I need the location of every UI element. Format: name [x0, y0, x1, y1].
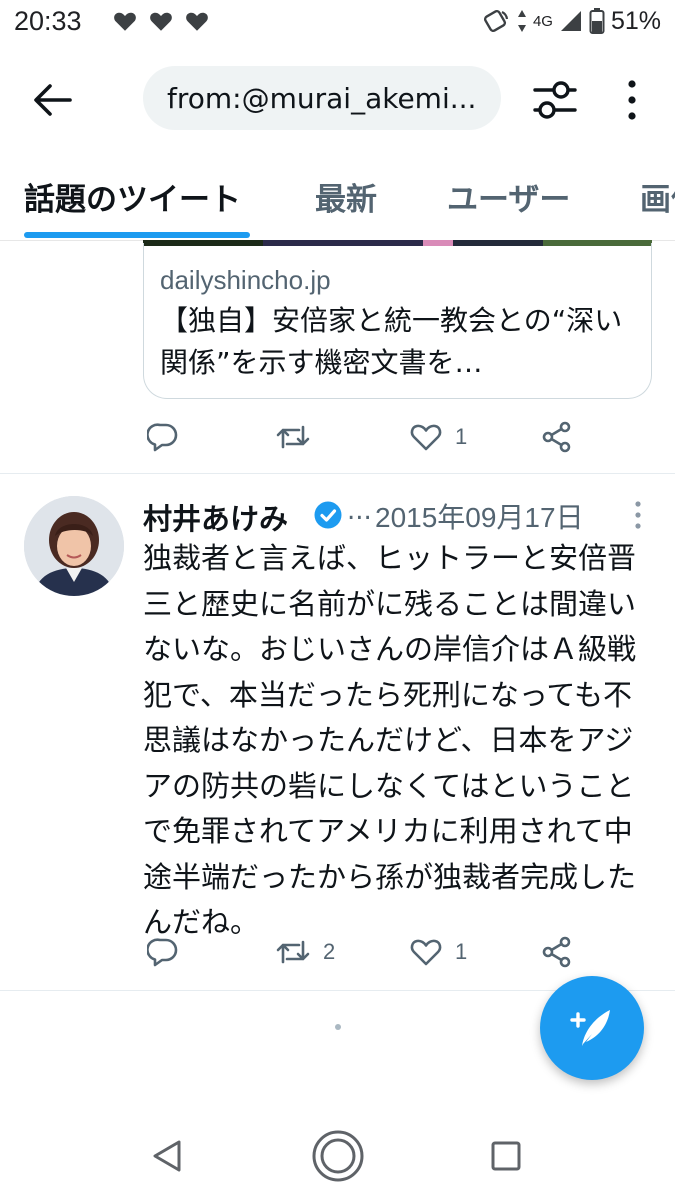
verified-badge-icon — [314, 501, 342, 529]
tweet-date[interactable]: 2015年09月17日 — [375, 496, 584, 536]
author-handle: ... — [347, 496, 372, 526]
more-vertical-icon — [628, 80, 636, 120]
search-filter-button[interactable] — [532, 78, 578, 122]
author-name[interactable]: 村井あけみ — [143, 496, 288, 538]
retweet-button[interactable] — [275, 415, 323, 459]
battery-percent: 51% — [610, 6, 661, 35]
reply-icon — [147, 423, 178, 452]
compose-quill-icon — [570, 1010, 610, 1046]
tweet-divider — [0, 473, 675, 474]
link-card-domain: dailyshincho.jp — [160, 265, 331, 295]
compose-tweet-button[interactable] — [540, 976, 644, 1080]
reply-button[interactable] — [147, 415, 179, 459]
tab-top[interactable]: 話題のツイート — [24, 174, 241, 219]
nfc-icon — [483, 9, 509, 33]
search-header: from:@murai_akemi... — [0, 60, 675, 136]
retweet-icon — [276, 425, 310, 449]
heart-outline-icon — [410, 424, 442, 451]
network-type: 4G — [532, 12, 553, 30]
retweet-count: 2 — [323, 939, 336, 964]
profile-photo — [24, 496, 124, 596]
tab-latest[interactable]: 最新 — [315, 174, 377, 219]
back-button[interactable] — [30, 80, 74, 120]
search-input[interactable]: from:@murai_akemi... — [143, 66, 501, 130]
notification-icons — [112, 8, 210, 34]
active-tab-indicator — [24, 232, 250, 238]
data-arrows-icon — [517, 10, 526, 32]
tab-people[interactable]: ユーザー — [447, 174, 570, 219]
search-tabs: 話題のツイート 最新 ユーザー 画像 — [0, 150, 675, 241]
retweet-icon — [276, 940, 310, 964]
battery-icon — [589, 8, 605, 34]
tweet-actions: 2 1 — [143, 930, 583, 974]
like-count: 1 — [455, 939, 468, 964]
like-count: 1 — [455, 424, 468, 449]
share-icon — [542, 936, 571, 968]
arrow-left-icon — [34, 84, 72, 116]
heart-icon — [114, 12, 136, 31]
share-button[interactable] — [541, 930, 573, 974]
nav-recents-icon[interactable] — [490, 1140, 522, 1172]
tweet-actions: 1 — [143, 415, 583, 459]
heart-icon — [150, 12, 172, 31]
status-time: 20:33 — [14, 6, 82, 36]
link-card[interactable]: dailyshincho.jp 【独自】安倍家と統一教会との“深い関係”を示す機… — [143, 243, 652, 399]
like-button[interactable]: 1 — [409, 930, 467, 974]
heart-outline-icon — [410, 939, 442, 966]
search-query: from:@murai_akemi... — [167, 81, 477, 115]
sliders-icon — [533, 81, 577, 119]
tweet-menu-icon[interactable] — [634, 500, 642, 530]
tweet-header: 村井あけみ ... 2015年09月17日 — [143, 496, 653, 536]
link-card-title: 【独自】安倍家と統一教会との“深い関係”を示す機密文書を… — [160, 304, 623, 379]
nav-home-icon[interactable] — [310, 1128, 366, 1184]
status-bar: 20:33 4G 51% — [0, 0, 675, 48]
heart-icon — [186, 12, 208, 31]
retweet-button[interactable]: 2 — [275, 930, 335, 974]
loading-indicator — [335, 1024, 341, 1030]
more-options-button[interactable] — [622, 78, 642, 122]
signal-icon — [560, 11, 581, 31]
status-indicators: 4G 51% — [481, 6, 661, 36]
reply-icon — [147, 938, 178, 967]
system-nav-bar — [0, 1110, 675, 1200]
share-icon — [542, 421, 571, 453]
avatar[interactable] — [24, 496, 124, 596]
share-button[interactable] — [541, 415, 573, 459]
like-button[interactable]: 1 — [409, 415, 467, 459]
nav-back-icon[interactable] — [150, 1138, 184, 1174]
tab-photos[interactable]: 画像 — [640, 174, 675, 219]
tweet-text: 独裁者と言えば、ヒットラーと安倍晋三と歴史に名前がに残ることは間違いないな。おじ… — [143, 541, 637, 939]
reply-button[interactable] — [147, 930, 179, 974]
